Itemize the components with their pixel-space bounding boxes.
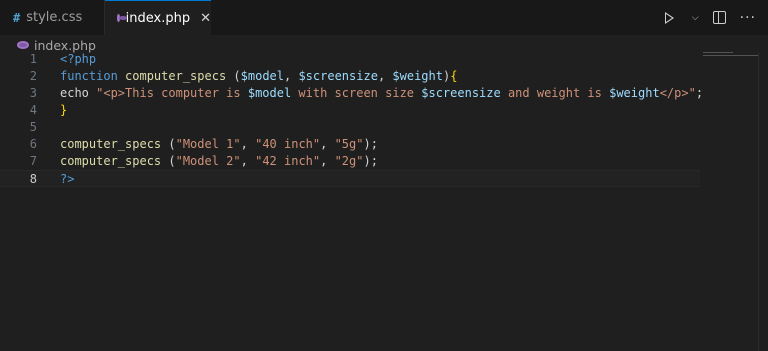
- code-token: "40 inch": [255, 137, 321, 151]
- line-number: 3: [29, 86, 37, 100]
- code-token: and weight is: [500, 86, 610, 100]
- more-actions-icon[interactable]: ···: [740, 10, 756, 26]
- code-token: ,: [240, 154, 256, 168]
- code-token: ,: [320, 154, 335, 168]
- code-token: "Model 2": [175, 154, 241, 168]
- code-token: $weight: [392, 69, 443, 83]
- code-line[interactable]: 1 <?php: [0, 51, 700, 68]
- code-token: function: [60, 69, 126, 83]
- code-token: computer_specs: [60, 154, 162, 168]
- code-token: ,: [240, 137, 256, 151]
- code-text: ?>: [60, 171, 74, 188]
- code-text: }: [60, 102, 67, 119]
- line-number: 1: [29, 52, 37, 66]
- code-text: computer_specs ("Model 2", "42 inch", "2…: [60, 153, 378, 170]
- tab-bar: # style.css index.php ✕ ⌵ ···: [0, 0, 768, 35]
- code-token: (: [161, 137, 176, 151]
- run-icon: [664, 11, 674, 24]
- code-token: (: [161, 154, 176, 168]
- minimap-line: [703, 55, 758, 56]
- line-number: 8: [29, 172, 37, 186]
- code-line[interactable]: 7 computer_specs ("Model 2", "42 inch", "…: [0, 153, 700, 170]
- minimap-line: [703, 52, 733, 53]
- code-token: }: [60, 103, 68, 117]
- code-line[interactable]: 4}: [0, 102, 700, 119]
- code-token: ,: [320, 137, 335, 151]
- code-line[interactable]: 2 function computer_specs ($model, $scree…: [0, 68, 700, 85]
- tab-style-css[interactable]: # style.css: [0, 0, 105, 35]
- line-number: 4: [29, 103, 37, 117]
- code-token: $screensize: [298, 69, 378, 83]
- close-icon[interactable]: ✕: [200, 11, 211, 26]
- minimap[interactable]: [703, 52, 758, 62]
- php-file-icon: [117, 14, 126, 22]
- code-token: ,: [284, 69, 299, 83]
- code-token: "<p>This computer is: [96, 86, 248, 100]
- code-line[interactable]: 6 computer_specs ("Model 1", "40 inch", "…: [0, 136, 700, 153]
- code-text: echo "<p>This computer is $model with sc…: [60, 85, 703, 102]
- code-token: "42 inch": [255, 154, 321, 168]
- code-line[interactable]: 5: [0, 119, 700, 136]
- code-text: function computer_specs ($model, $screen…: [60, 68, 457, 85]
- code-token: $model: [240, 69, 284, 83]
- line-number: 6: [29, 137, 37, 151]
- code-token: <?php: [60, 52, 97, 66]
- code-token: $weight: [609, 86, 660, 100]
- code-token: computer_specs: [60, 137, 162, 151]
- tab-label: style.css: [26, 10, 83, 25]
- code-token: ?>: [60, 172, 75, 186]
- code-token: (: [226, 69, 241, 83]
- code-token: $model: [247, 86, 292, 100]
- split-editor-icon[interactable]: [712, 11, 726, 24]
- css-file-icon: #: [13, 10, 21, 25]
- code-token: );: [363, 154, 378, 168]
- tab-index-php[interactable]: index.php ✕: [105, 0, 211, 35]
- code-line[interactable]: 8 ?>: [0, 170, 700, 187]
- code-text: computer_specs ("Model 1", "40 inch", "5…: [60, 136, 378, 153]
- code-text: <?php: [60, 51, 96, 68]
- php-file-icon: [17, 41, 29, 49]
- code-token: $screensize: [421, 86, 501, 100]
- tab-label: index.php: [125, 10, 191, 26]
- code-token: echo: [60, 86, 97, 100]
- code-token: "2g": [334, 154, 364, 168]
- chevron-down-icon[interactable]: ⌵: [692, 13, 699, 23]
- code-token: );: [363, 137, 378, 151]
- code-token: with screen size: [291, 86, 422, 100]
- vertical-scrollbar[interactable]: [758, 52, 768, 351]
- code-token: </p>": [659, 86, 696, 100]
- code-token: "5g": [334, 137, 364, 151]
- code-token: computer_specs: [125, 69, 227, 83]
- code-token: ,: [377, 69, 393, 83]
- line-number: 5: [29, 120, 37, 134]
- code-line[interactable]: 3 echo "<p>This computer is $model with s…: [0, 85, 703, 102]
- code-token: ;: [695, 86, 704, 100]
- line-number: 7: [29, 154, 37, 168]
- code-token: {: [450, 69, 458, 83]
- editor-actions: ⌵ ···: [664, 0, 768, 35]
- line-number: 2: [29, 69, 37, 83]
- code-token: "Model 1": [175, 137, 241, 151]
- run-button[interactable]: [664, 11, 674, 24]
